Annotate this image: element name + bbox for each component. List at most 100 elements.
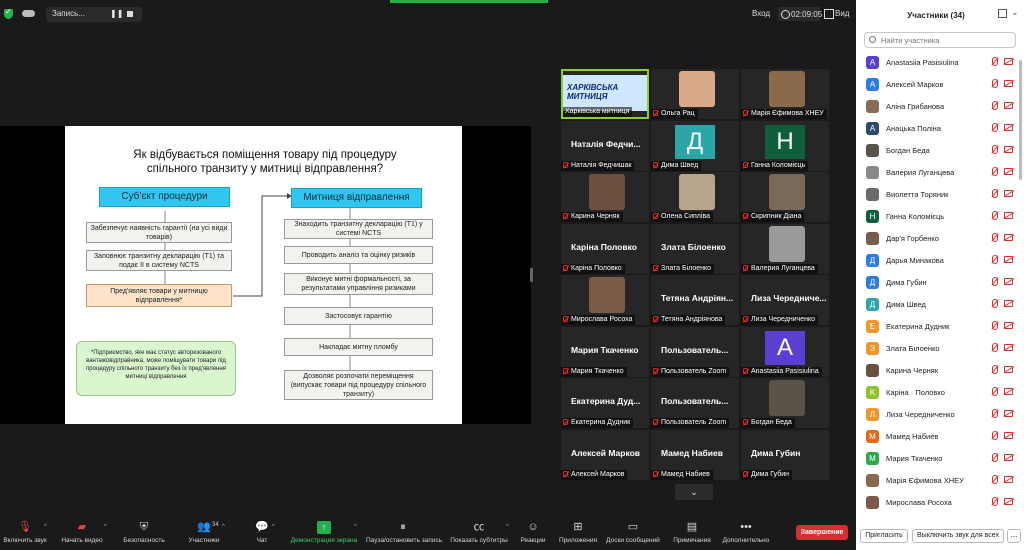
- video-tile[interactable]: Скрипник Діана: [741, 172, 829, 222]
- share-screen-button[interactable]: ↑ Демонстрация экрана ^: [290, 521, 358, 544]
- chevron-up-icon[interactable]: ^: [222, 524, 225, 530]
- view-mode-button[interactable]: Вид: [824, 9, 849, 19]
- apps-icon: ⊞: [573, 521, 583, 533]
- chevron-up-icon[interactable]: ^: [104, 524, 107, 530]
- video-tile[interactable]: Ольга Рац: [651, 69, 739, 119]
- video-tile[interactable]: Злата Білоенко Злата Білоенко: [651, 223, 739, 274]
- notes-button[interactable]: ▤ Примечания: [672, 521, 712, 544]
- muted-mic-icon: [992, 387, 998, 396]
- participant-row[interactable]: A Anastasiia Pasisiulina: [856, 52, 1022, 74]
- participant-row[interactable]: А Алексей Марков: [856, 74, 1022, 96]
- video-tile[interactable]: Н Ганна Коломієць: [741, 120, 829, 171]
- chevron-up-icon[interactable]: ^: [506, 524, 509, 530]
- participant-row[interactable]: Карина Черняк: [856, 360, 1022, 382]
- participant-row[interactable]: K Каріна · Половко: [856, 382, 1022, 404]
- participant-list-scrollbar[interactable]: [1019, 60, 1022, 180]
- security-shield-icon[interactable]: [4, 7, 13, 19]
- participant-row[interactable]: З Злата Білоенко: [856, 338, 1022, 360]
- end-meeting-button[interactable]: Завершение: [796, 525, 848, 540]
- unmute-button[interactable]: 🎙 Включить звук ^: [2, 521, 48, 544]
- chevron-up-icon[interactable]: ^: [44, 524, 47, 530]
- video-tile[interactable]: Валерия Луганцева: [741, 223, 829, 274]
- participant-row[interactable]: M Мамед Набиев: [856, 426, 1022, 448]
- video-tile[interactable]: Дима Губин Дима Губин: [741, 429, 829, 480]
- invite-button[interactable]: Пригласить: [860, 529, 908, 543]
- close-icon[interactable]: ⌄: [1011, 7, 1019, 18]
- stop-icon[interactable]: [127, 11, 133, 17]
- video-tile[interactable]: Карина Черняк: [561, 172, 649, 222]
- video-tile[interactable]: Алексей Марков Алексей Марков: [561, 429, 649, 480]
- more-button[interactable]: ••• Дополнительно: [720, 521, 772, 544]
- muted-mic-icon: [743, 110, 748, 116]
- participant-name: Валерия Луганцева: [886, 168, 955, 177]
- mute-all-button[interactable]: Выключить звук для всех: [912, 529, 1004, 543]
- panel-more-button[interactable]: ...: [1007, 529, 1021, 543]
- participant-row[interactable]: А Анацька Поліна: [856, 118, 1022, 140]
- participant-name: Дима Губин: [886, 278, 927, 287]
- video-tile[interactable]: ХАРКІВСЬКА МИТНИЦЯ Харківська митниця: [561, 69, 649, 119]
- participant-row[interactable]: Д Дарья Минакова: [856, 250, 1022, 272]
- top-bar: Запись... ❚❚ Вход 02:09:05 Вид: [0, 0, 856, 28]
- participant-name: Anastasiia Pasisiulina: [886, 58, 959, 67]
- participant-row[interactable]: Аліна Грибанова: [856, 96, 1022, 118]
- video-tile[interactable]: Д Дима Швед: [651, 120, 739, 171]
- video-tile[interactable]: Лиза Чередниче... Лиза Чередниченко: [741, 275, 829, 325]
- reactions-button[interactable]: ☺ Реакции: [520, 521, 546, 544]
- start-video-button[interactable]: ▰ Начать видео ^: [60, 521, 107, 544]
- apps-button[interactable]: ⊞ Приложения: [558, 521, 598, 544]
- video-tile[interactable]: Богдан Беда: [741, 378, 829, 428]
- chat-button[interactable]: 💬 Чат ^: [254, 521, 275, 544]
- participant-name: Мирослава Росоха: [886, 498, 952, 507]
- participant-row[interactable]: Виолетта Торяник: [856, 184, 1022, 206]
- muted-mic-icon: [563, 316, 568, 322]
- participant-row[interactable]: Н Ганна Коломієць: [856, 206, 1022, 228]
- muted-mic-icon: [992, 453, 998, 462]
- muted-mic-icon: [743, 264, 748, 271]
- video-tile[interactable]: Олена Сипліва: [651, 172, 739, 222]
- muted-mic-icon: [992, 57, 998, 66]
- security-button[interactable]: ⛨ Безопасность: [122, 521, 166, 544]
- avatar: M: [866, 430, 879, 443]
- gallery-next-page-button[interactable]: ⌄: [675, 484, 713, 500]
- video-tile[interactable]: Екатерина Дуд... Екатерина Дудник: [561, 378, 649, 428]
- video-tile[interactable]: Марія Єфимова ХНЕУ: [741, 69, 829, 119]
- muted-mic-icon: [743, 316, 748, 322]
- pause-icon[interactable]: ❚❚: [110, 9, 123, 18]
- muted-mic-icon: [992, 409, 998, 418]
- whiteboard-button[interactable]: ▭ Доски сообщений: [606, 521, 660, 544]
- video-tile[interactable]: Мария Ткаченко Мария Ткаченко: [561, 326, 649, 377]
- avatar: M: [866, 452, 879, 465]
- customs-step: Знаходить транзитну декларацію (Т1) у си…: [284, 219, 433, 239]
- video-tile[interactable]: Мирослава Росоха: [561, 275, 649, 325]
- video-tile[interactable]: Мамед Набиев Мамед Набиев: [651, 429, 739, 480]
- participant-row[interactable]: Богдан Беда: [856, 140, 1022, 162]
- participant-row[interactable]: Д Дима Швед: [856, 294, 1022, 316]
- chevron-up-icon[interactable]: ^: [272, 524, 275, 530]
- tile-display-name: Злата Білоенко: [661, 241, 726, 252]
- participant-row[interactable]: Дар'я Горбенко: [856, 228, 1022, 250]
- video-tile[interactable]: A Anastasiia Pasisiulina: [741, 326, 829, 377]
- video-tile[interactable]: Пользователь... Пользователь Zoom: [651, 326, 739, 377]
- video-tile[interactable]: Пользователь... Пользователь Zoom: [651, 378, 739, 428]
- tile-display-name: Пользователь...: [661, 344, 729, 355]
- view-button[interactable]: Вход: [752, 9, 770, 18]
- video-tile[interactable]: Тетяна Андріян... Тетяна Андріянова: [651, 275, 739, 325]
- participant-row[interactable]: Марія Єфимова ХНЕУ: [856, 470, 1022, 492]
- participant-row[interactable]: Д Дима Губин: [856, 272, 1022, 294]
- video-tile[interactable]: Каріна Половко Каріна Половко: [561, 223, 649, 274]
- video-tile[interactable]: Наталія Федчи... Наталія Федчишак: [561, 120, 649, 171]
- muted-mic-icon: [992, 299, 998, 308]
- popout-icon[interactable]: [998, 9, 1007, 18]
- participant-row[interactable]: M Мария Ткаченко: [856, 448, 1022, 470]
- participant-row[interactable]: Л Лиза Чередниченко: [856, 404, 1022, 426]
- captions-button[interactable]: ㏄ Показать субтитры ^: [450, 521, 509, 544]
- captions-icon: ㏄: [473, 521, 485, 533]
- participants-button[interactable]: 👥 34 Участники ^: [186, 521, 225, 544]
- participant-search-input[interactable]: Найти участника: [864, 32, 1016, 48]
- participant-row[interactable]: Мирослава Росоха: [856, 492, 1022, 514]
- split-divider-handle[interactable]: [530, 268, 533, 282]
- participant-row[interactable]: E Екатерина Дудник: [856, 316, 1022, 338]
- chevron-up-icon[interactable]: ^: [354, 524, 357, 530]
- participant-row[interactable]: Валерия Луганцева: [856, 162, 1022, 184]
- pause-recording-button[interactable]: ⏸ Пауза/остановить запись: [366, 521, 442, 544]
